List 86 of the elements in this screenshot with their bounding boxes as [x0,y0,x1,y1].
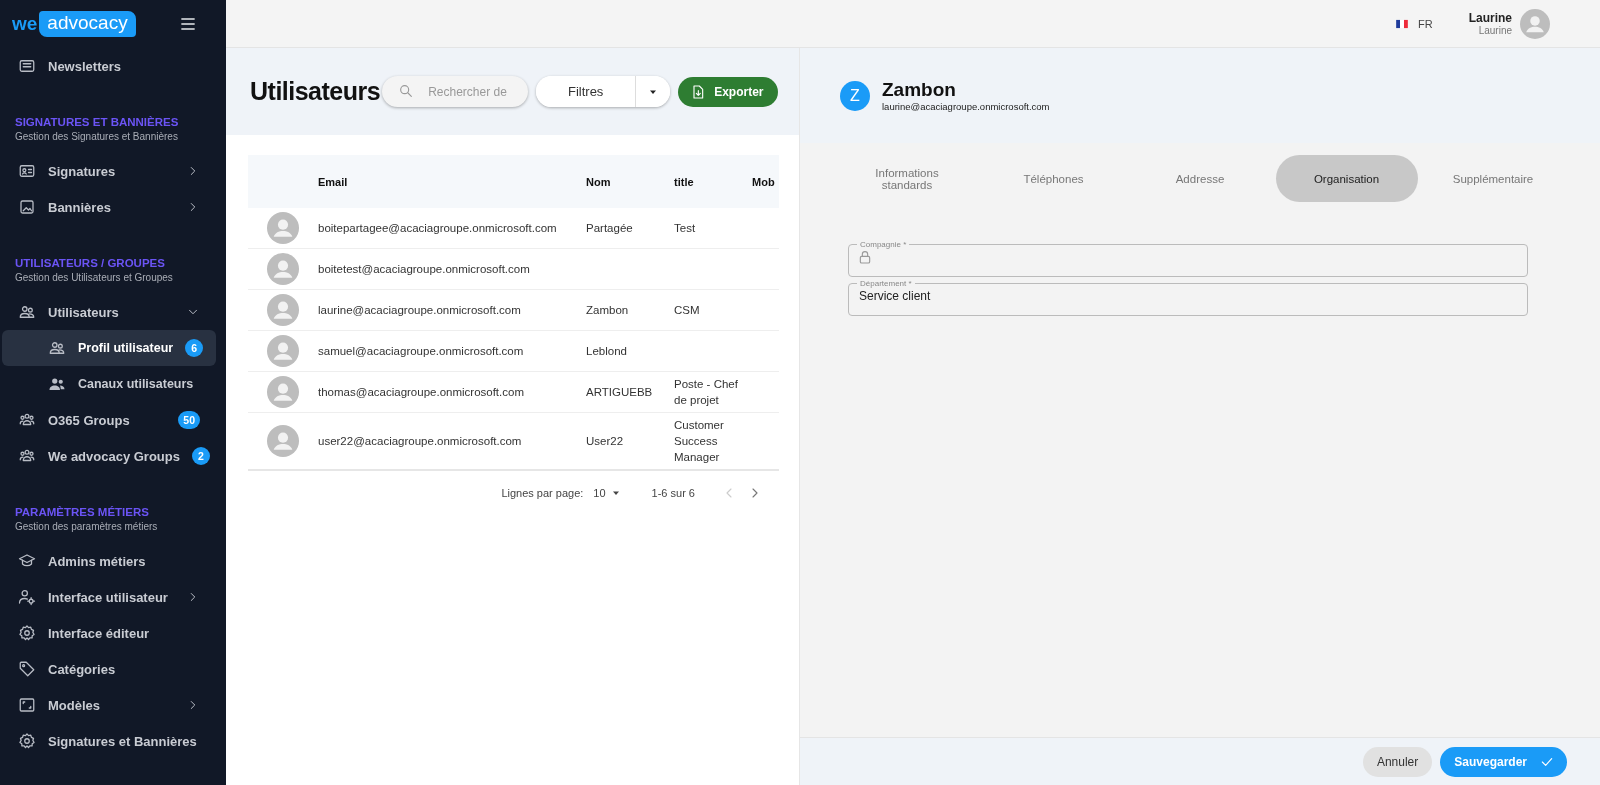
rows-per-page-label: Lignes par page: [501,487,584,499]
export-button[interactable]: Exporter [678,76,778,107]
column-header[interactable]: title [674,169,740,194]
user-name: Zambon [882,79,957,101]
rows-per-page-select[interactable]: 10 [593,487,622,499]
tab[interactable]: Téléphones [982,155,1125,202]
nav-item[interactable]: Newsletters [2,48,216,84]
tab[interactable]: Informations standards [836,155,978,202]
table-cell-text: Partagée [586,222,634,234]
settings-icon [18,624,36,642]
table-cell-text: boitetest@acaciagroupe.onmicrosoft.com [318,263,531,275]
nav-item[interactable]: Utilisateurs [2,294,216,330]
avatar-icon [267,376,299,408]
field-label: Département * [859,279,913,288]
nav-item[interactable]: O365 Groups 50 [2,402,216,438]
table-cell-text: Customer Success Manager [674,418,725,465]
section-title: PARAMÈTRES MÉTIERS [14,506,150,518]
input-field[interactable]: Département * Service client [848,279,1528,316]
table-cell-text: User22 [586,435,625,447]
users-icon [18,303,36,321]
users-icon [48,339,66,357]
image-icon [18,198,36,216]
user-name: Laurine [1468,11,1512,25]
table-cell-text: user22@acaciagroupe.onmicrosoft.com [318,435,523,447]
count-badge: 6 [185,339,204,357]
count-badge: 50 [178,411,200,429]
nav-item[interactable]: Interface éditeur [2,615,216,651]
section-title: UTILISATEURS / GROUPES [14,257,166,269]
users-icon [48,375,66,393]
search-icon [398,83,415,99]
nav-item[interactable]: We advocacy Groups 2 [2,438,216,474]
page-title: Utilisateurs [250,77,381,106]
nav-item[interactable]: Signatures et Bannières [2,723,216,759]
user-gear-icon [18,588,36,606]
dropdown-button[interactable] [636,76,671,107]
nav-item[interactable]: Interface utilisateur [2,579,216,615]
nav-item[interactable]: Canaux utilisateurs [2,366,216,402]
table-cell-text: Poste - Chef de projet [674,377,739,408]
avatar-icon [267,335,299,367]
table-cell-text: samuel@acaciagroupe.onmicrosoft.com [318,345,525,357]
nav-item[interactable]: Modèles [2,687,216,723]
nav-item[interactable]: Catégories [2,651,216,687]
nav-item[interactable]: Admins métiers [2,543,216,579]
avatar-icon [267,212,299,244]
search-field[interactable]: Rechercher de [382,76,529,107]
user-subtitle: Laurine [1478,25,1512,36]
tag-icon [18,660,36,678]
section-title: SIGNATURES ET BANNIÈRES [14,116,180,128]
column-header[interactable]: Nom [586,175,674,188]
avatar-initial: Z [840,80,870,111]
table-cell-text: ARTIGUEBB [586,386,654,398]
table-cell-text: CSM [674,303,701,318]
tab[interactable]: Organisation [1275,155,1418,202]
filter-button[interactable]: Filtres [536,76,637,107]
section-subtitle: Gestion des paramètres métiers [14,521,159,532]
lock-icon [857,249,873,265]
count-badge: 2 [192,447,210,465]
table-cell-text: Leblond [586,345,628,357]
template-icon [18,696,36,714]
newspaper-icon [18,57,36,75]
table-cell-text: boitepartagee@acaciagroupe.onmicrosoft.com [318,222,558,234]
column-header[interactable]: Email [318,175,586,188]
tab[interactable]: Addresse [1129,155,1271,202]
nav-item[interactable]: Profil utilisateur 6 [2,330,216,366]
table-cell-text: Test [674,221,697,236]
user-email: laurine@acaciagroupe.onmicrosoft.com [882,101,1050,112]
field-label: Compagnie * [859,240,908,249]
nav-item[interactable]: Signatures [2,153,216,189]
table-cell-text: laurine@acaciagroupe.onmicrosoft.com [318,304,522,316]
id-card-icon [18,162,36,180]
cancel-button[interactable]: Annuler [1362,746,1433,777]
section-subtitle: Gestion des Signatures et Bannières [14,131,179,142]
language-selector[interactable]: FR [1392,16,1433,31]
column-header[interactable]: Mob [740,175,779,188]
avatar-icon [267,294,299,326]
text-input[interactable]: Service client [857,288,1519,304]
settings-icon [18,732,36,750]
section-subtitle: Gestion des Utilisateurs et Groupes [14,272,174,283]
avatar-icon [267,425,299,457]
avatar-icon[interactable] [1520,8,1550,39]
table-cell-text: thomas@acaciagroupe.onmicrosoft.com [318,386,525,398]
tab[interactable]: Supplémentaire [1422,155,1564,202]
nav-item[interactable]: Bannières [2,189,216,225]
page-range: 1-6 sur 6 [651,487,695,499]
avatar-icon [267,253,299,285]
table-cell-text: Zambon [586,304,630,316]
